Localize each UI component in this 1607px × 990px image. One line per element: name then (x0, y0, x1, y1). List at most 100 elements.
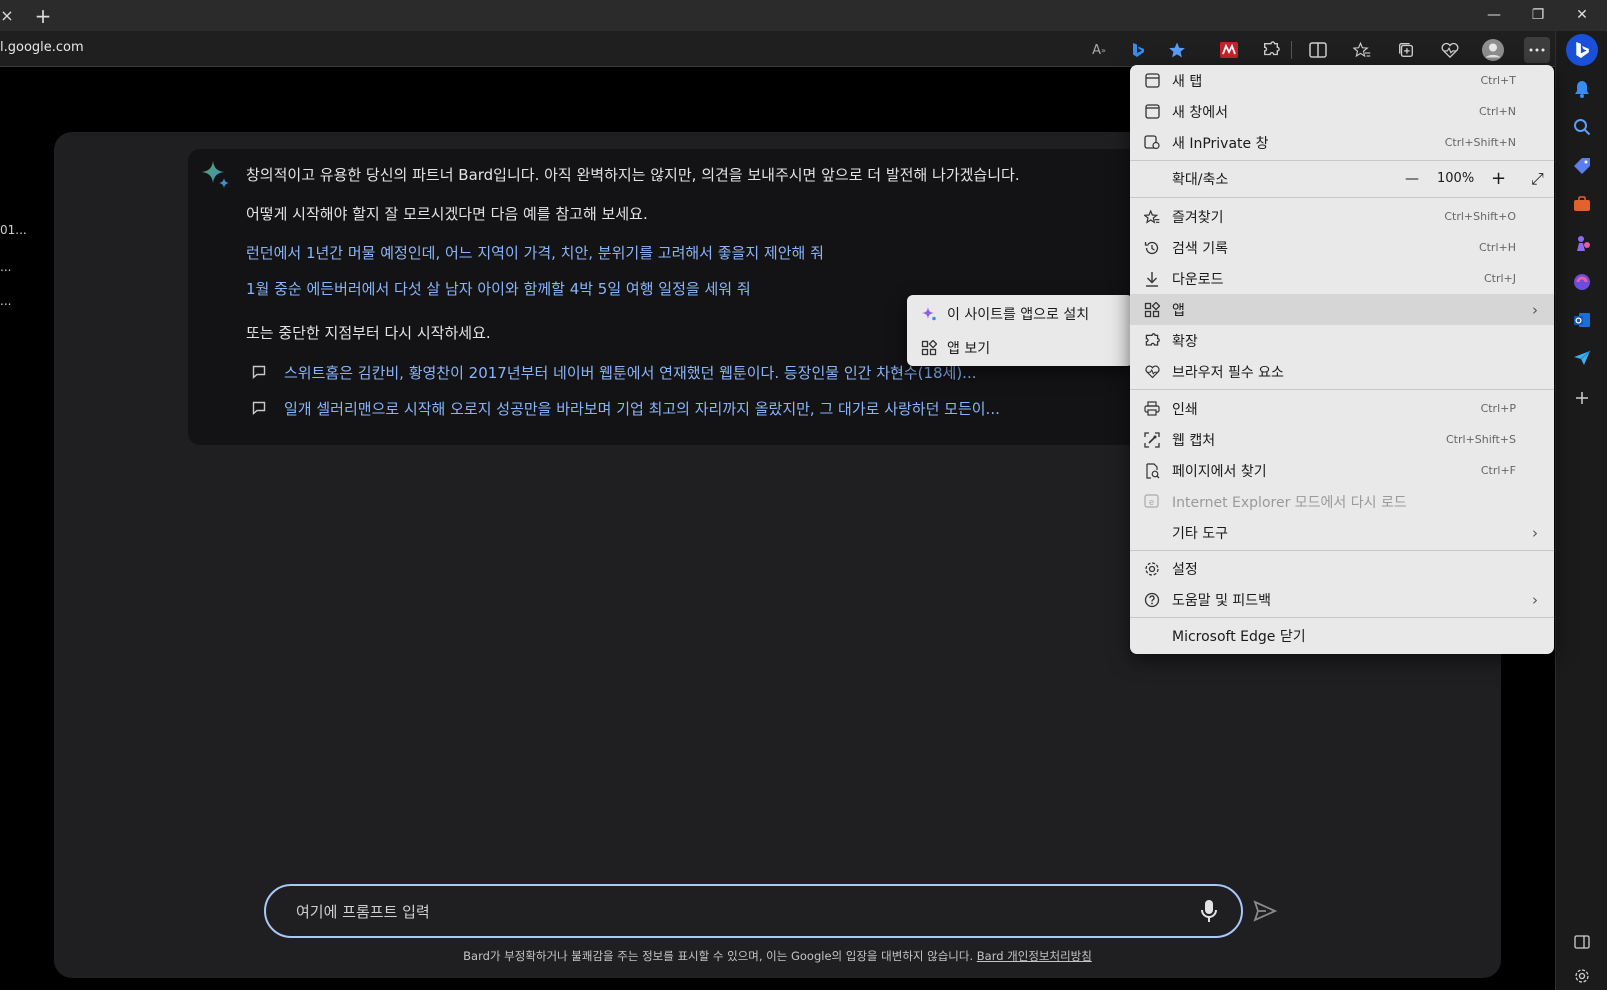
microsoft-365-icon[interactable] (1569, 269, 1595, 295)
search-icon[interactable] (1569, 114, 1595, 140)
sidebar-settings-gear-icon[interactable] (1569, 963, 1595, 989)
zoom-in-button[interactable]: + (1491, 168, 1506, 189)
notification-bell-icon[interactable] (1569, 76, 1595, 102)
menu-new-inprivate-shortcut: Ctrl+Shift+N (1444, 136, 1516, 149)
new-tab-button[interactable]: + (30, 3, 56, 29)
zoom-level: 100% (1437, 171, 1475, 186)
extension-red-icon[interactable] (1216, 37, 1242, 63)
collections-icon[interactable] (1393, 37, 1419, 63)
new-window-icon (1142, 102, 1162, 122)
menu-close-edge-label: Microsoft Edge 닫기 (1172, 628, 1306, 645)
drop-send-icon[interactable] (1569, 345, 1595, 371)
edge-sidebar (1555, 31, 1607, 990)
settings-more-button[interactable] (1524, 37, 1550, 63)
bard-resume-text: 또는 중단한 지점부터 다시 시작하세요. (246, 324, 491, 342)
menu-browser-essentials-label: 브라우저 필수 요소 (1172, 364, 1284, 381)
shopping-tag-icon[interactable] (1569, 153, 1595, 179)
menu-divider (1130, 197, 1554, 198)
menu-browser-essentials[interactable]: 브라우저 필수 요소 (1130, 356, 1554, 387)
menu-new-window-label: 새 창에서 (1172, 104, 1228, 121)
ie-mode-icon: e (1142, 492, 1162, 512)
menu-downloads[interactable]: 다운로드 Ctrl+J (1130, 263, 1554, 294)
menu-find-on-page[interactable]: 페이지에서 찾기 Ctrl+F (1130, 455, 1554, 486)
menu-find-label: 페이지에서 찾기 (1172, 463, 1267, 480)
menu-new-window[interactable]: 새 창에서 Ctrl+N (1130, 96, 1554, 127)
split-screen-icon[interactable] (1305, 37, 1331, 63)
bing-chat-icon[interactable] (1566, 34, 1598, 66)
close-window-button[interactable]: ✕ (1560, 0, 1604, 31)
menu-divider (1130, 617, 1554, 618)
inprivate-icon (1142, 133, 1162, 153)
menu-more-tools[interactable]: 기타 도구 › (1130, 517, 1554, 548)
menu-extensions[interactable]: 확장 (1130, 325, 1554, 356)
bard-intro-text: 창의적이고 유용한 당신의 파트너 Bard입니다. 아직 완벽하지는 않지만,… (246, 166, 1020, 184)
menu-history[interactable]: 검색 기록 Ctrl+H (1130, 232, 1554, 263)
menu-web-capture[interactable]: 웹 캡처 Ctrl+Shift+S (1130, 424, 1554, 455)
sidebar-history-fragment[interactable]: ... (0, 260, 11, 274)
menu-close-edge[interactable]: Microsoft Edge 닫기 (1130, 620, 1554, 651)
microphone-icon[interactable] (1199, 899, 1219, 923)
menu-print[interactable]: 인쇄 Ctrl+P (1130, 393, 1554, 424)
history-clock-icon (1142, 238, 1162, 258)
edge-settings-menu: 새 탭 Ctrl+T 새 창에서 Ctrl+N 새 InPrivate 창 Ct… (1130, 65, 1554, 654)
games-chess-icon[interactable] (1569, 230, 1595, 256)
title-bar: × + — ❐ ✕ (0, 0, 1607, 31)
read-aloud-sup: » (1101, 45, 1106, 55)
send-icon[interactable] (1252, 898, 1278, 924)
menu-favorites-shortcut: Ctrl+Shift+O (1444, 210, 1516, 223)
browser-essentials-icon[interactable] (1437, 37, 1463, 63)
tools-briefcase-icon[interactable] (1569, 191, 1595, 217)
download-icon (1142, 269, 1162, 289)
minimize-button[interactable]: — (1472, 0, 1516, 31)
menu-divider (1130, 389, 1554, 390)
menu-new-tab[interactable]: 새 탭 Ctrl+T (1130, 65, 1554, 96)
toolbar-divider (1291, 41, 1292, 59)
settings-gear-icon (1142, 559, 1162, 579)
hide-sidebar-icon[interactable] (1569, 929, 1595, 955)
menu-history-label: 검색 기록 (1172, 240, 1228, 257)
favorites-list-icon[interactable] (1349, 37, 1375, 63)
install-site-as-app-item[interactable]: 이 사이트를 앱으로 설치 (907, 297, 1133, 331)
menu-apps-label: 앱 (1172, 302, 1185, 319)
prompt-placeholder: 여기에 프롬프트 입력 (296, 903, 430, 921)
favorite-star-icon[interactable] (1164, 37, 1190, 63)
favorites-icon (1142, 207, 1162, 227)
privacy-policy-link[interactable]: Bard 개인정보처리방침 (977, 949, 1092, 963)
printer-icon (1142, 399, 1162, 419)
menu-downloads-label: 다운로드 (1172, 271, 1224, 288)
fullscreen-icon[interactable]: ⤢ (1531, 169, 1544, 189)
menu-settings[interactable]: 설정 (1130, 553, 1554, 584)
extensions-puzzle-icon[interactable] (1258, 37, 1284, 63)
zoom-out-button[interactable]: — (1405, 171, 1419, 187)
chat-history-item[interactable]: 일개 셀러리맨으로 시작해 오로지 성공만을 바라보며 기업 최고의 자리까지 … (246, 395, 1000, 421)
view-apps-label: 앱 보기 (947, 341, 991, 357)
sidebar-history-fragment[interactable]: 01... (0, 223, 27, 237)
menu-downloads-shortcut: Ctrl+J (1483, 272, 1516, 285)
url-text[interactable]: l.google.com (0, 40, 84, 55)
prompt-input[interactable]: 여기에 프롬프트 입력 (264, 884, 1243, 938)
read-aloud-icon[interactable]: A» (1086, 37, 1112, 63)
chat-history-item[interactable]: 스위트홈은 김칸비, 황영찬이 2017년부터 네이버 웹툰에서 연재했던 웹툰… (246, 359, 977, 385)
help-question-icon (1142, 590, 1162, 610)
outlook-icon[interactable] (1569, 307, 1595, 333)
sidebar-history-fragment[interactable]: ... (0, 294, 11, 308)
view-apps-item[interactable]: 앱 보기 (907, 331, 1133, 365)
chat-history-text: 일개 셀러리맨으로 시작해 오로지 성공만을 바라보며 기업 최고의 자리까지 … (284, 399, 1000, 418)
restore-button[interactable]: ❐ (1516, 0, 1560, 31)
sparkle-app-icon (919, 304, 939, 324)
find-on-page-icon (1142, 461, 1162, 481)
tab-close-icon[interactable]: × (0, 5, 14, 27)
profile-avatar-icon[interactable] (1480, 37, 1506, 63)
menu-new-inprivate[interactable]: 새 InPrivate 창 Ctrl+Shift+N (1130, 127, 1554, 158)
menu-ie-mode: e Internet Explorer 모드에서 다시 로드 (1130, 486, 1554, 517)
menu-favorites[interactable]: 즐겨찾기 Ctrl+Shift+O (1130, 201, 1554, 232)
example-prompt-link[interactable]: 런던에서 1년간 머물 예정인데, 어느 지역이 가격, 치안, 분위기를 고려… (246, 242, 824, 263)
example-prompt-link[interactable]: 1월 중순 에든버러에서 다섯 살 남자 아이와 함께할 4박 5일 여행 일정… (246, 278, 751, 299)
new-tab-icon (1142, 71, 1162, 91)
menu-help-feedback[interactable]: 도움말 및 피드백 › (1130, 584, 1554, 615)
menu-favorites-label: 즐겨찾기 (1172, 209, 1224, 226)
menu-apps[interactable]: 앱 › (1130, 294, 1554, 325)
menu-new-tab-shortcut: Ctrl+T (1480, 74, 1516, 87)
add-sidebar-app-icon[interactable] (1569, 385, 1595, 411)
bing-copilot-icon[interactable] (1125, 37, 1151, 63)
